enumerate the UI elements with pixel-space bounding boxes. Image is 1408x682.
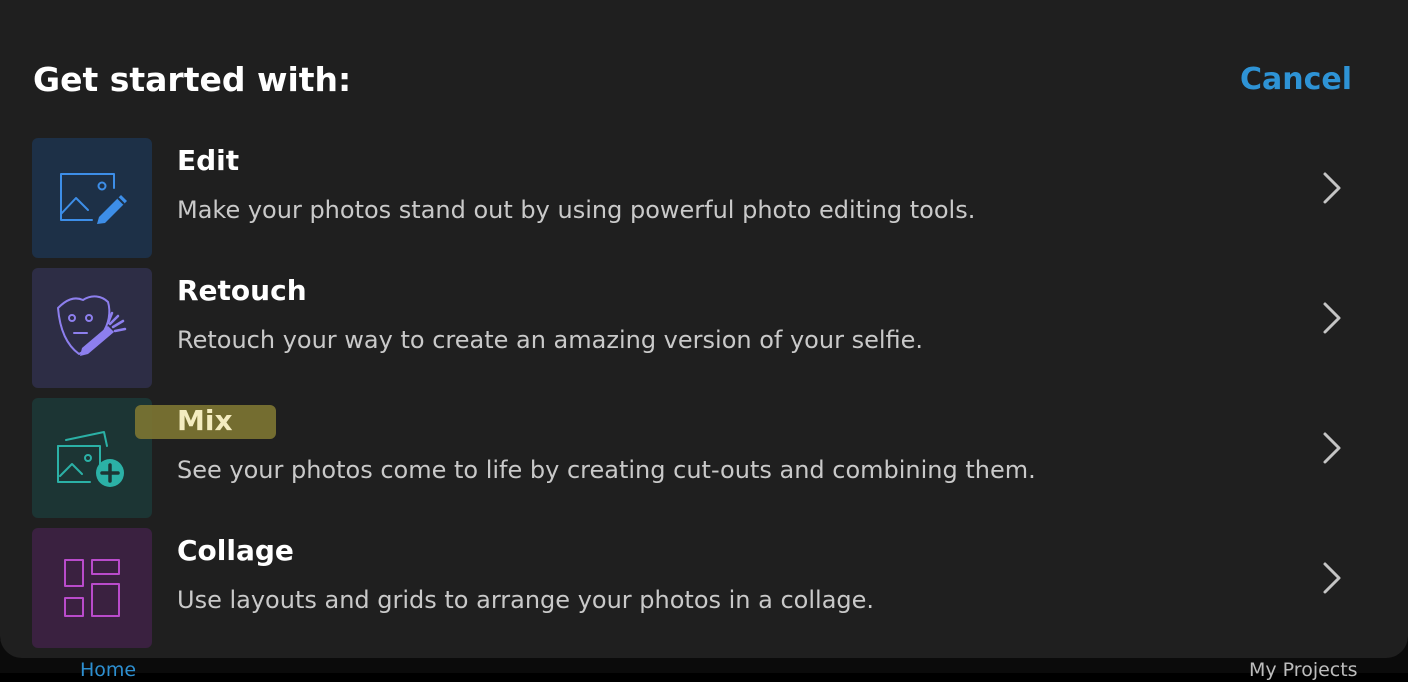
face-retouch-icon bbox=[57, 295, 127, 356]
option-edit-title: Edit bbox=[177, 144, 240, 177]
option-mix-description: See your photos come to life by creating… bbox=[177, 456, 1036, 484]
photo-edit-icon bbox=[60, 173, 127, 224]
option-collage-tile bbox=[32, 528, 152, 648]
option-retouch-description: Retouch your way to create an amazing ve… bbox=[177, 326, 924, 354]
chevron-right-icon bbox=[1323, 172, 1341, 204]
option-collage-description: Use layouts and grids to arrange your ph… bbox=[177, 586, 875, 614]
cancel-button[interactable]: Cancel bbox=[1240, 58, 1352, 102]
option-edit-tile bbox=[32, 138, 152, 258]
option-edit[interactable]: Edit Make your photos stand out by using… bbox=[32, 138, 1376, 258]
nav-my-projects-tab[interactable]: My Projects bbox=[1249, 658, 1358, 682]
chevron-right-icon bbox=[1323, 562, 1341, 594]
chevron-right-icon bbox=[1323, 302, 1341, 334]
option-collage-title: Collage bbox=[177, 534, 294, 567]
sheet-title: Get started with: bbox=[33, 60, 352, 99]
get-started-sheet: Get started with: Cancel Edit Make your … bbox=[0, 0, 1408, 658]
option-edit-description: Make your photos stand out by using powe… bbox=[177, 196, 976, 224]
option-collage[interactable]: Collage Use layouts and grids to arrange… bbox=[32, 528, 1376, 648]
photo-mix-add-icon bbox=[57, 431, 124, 487]
option-retouch-tile bbox=[32, 268, 152, 388]
option-mix-tile bbox=[32, 398, 152, 518]
collage-layout-icon bbox=[64, 559, 120, 617]
option-retouch-title: Retouch bbox=[177, 274, 307, 307]
nav-home-tab[interactable]: Home bbox=[80, 658, 136, 682]
chevron-right-icon bbox=[1323, 432, 1341, 464]
option-retouch[interactable]: Retouch Retouch your way to create an am… bbox=[32, 268, 1376, 388]
option-mix-title: Mix bbox=[177, 404, 233, 437]
